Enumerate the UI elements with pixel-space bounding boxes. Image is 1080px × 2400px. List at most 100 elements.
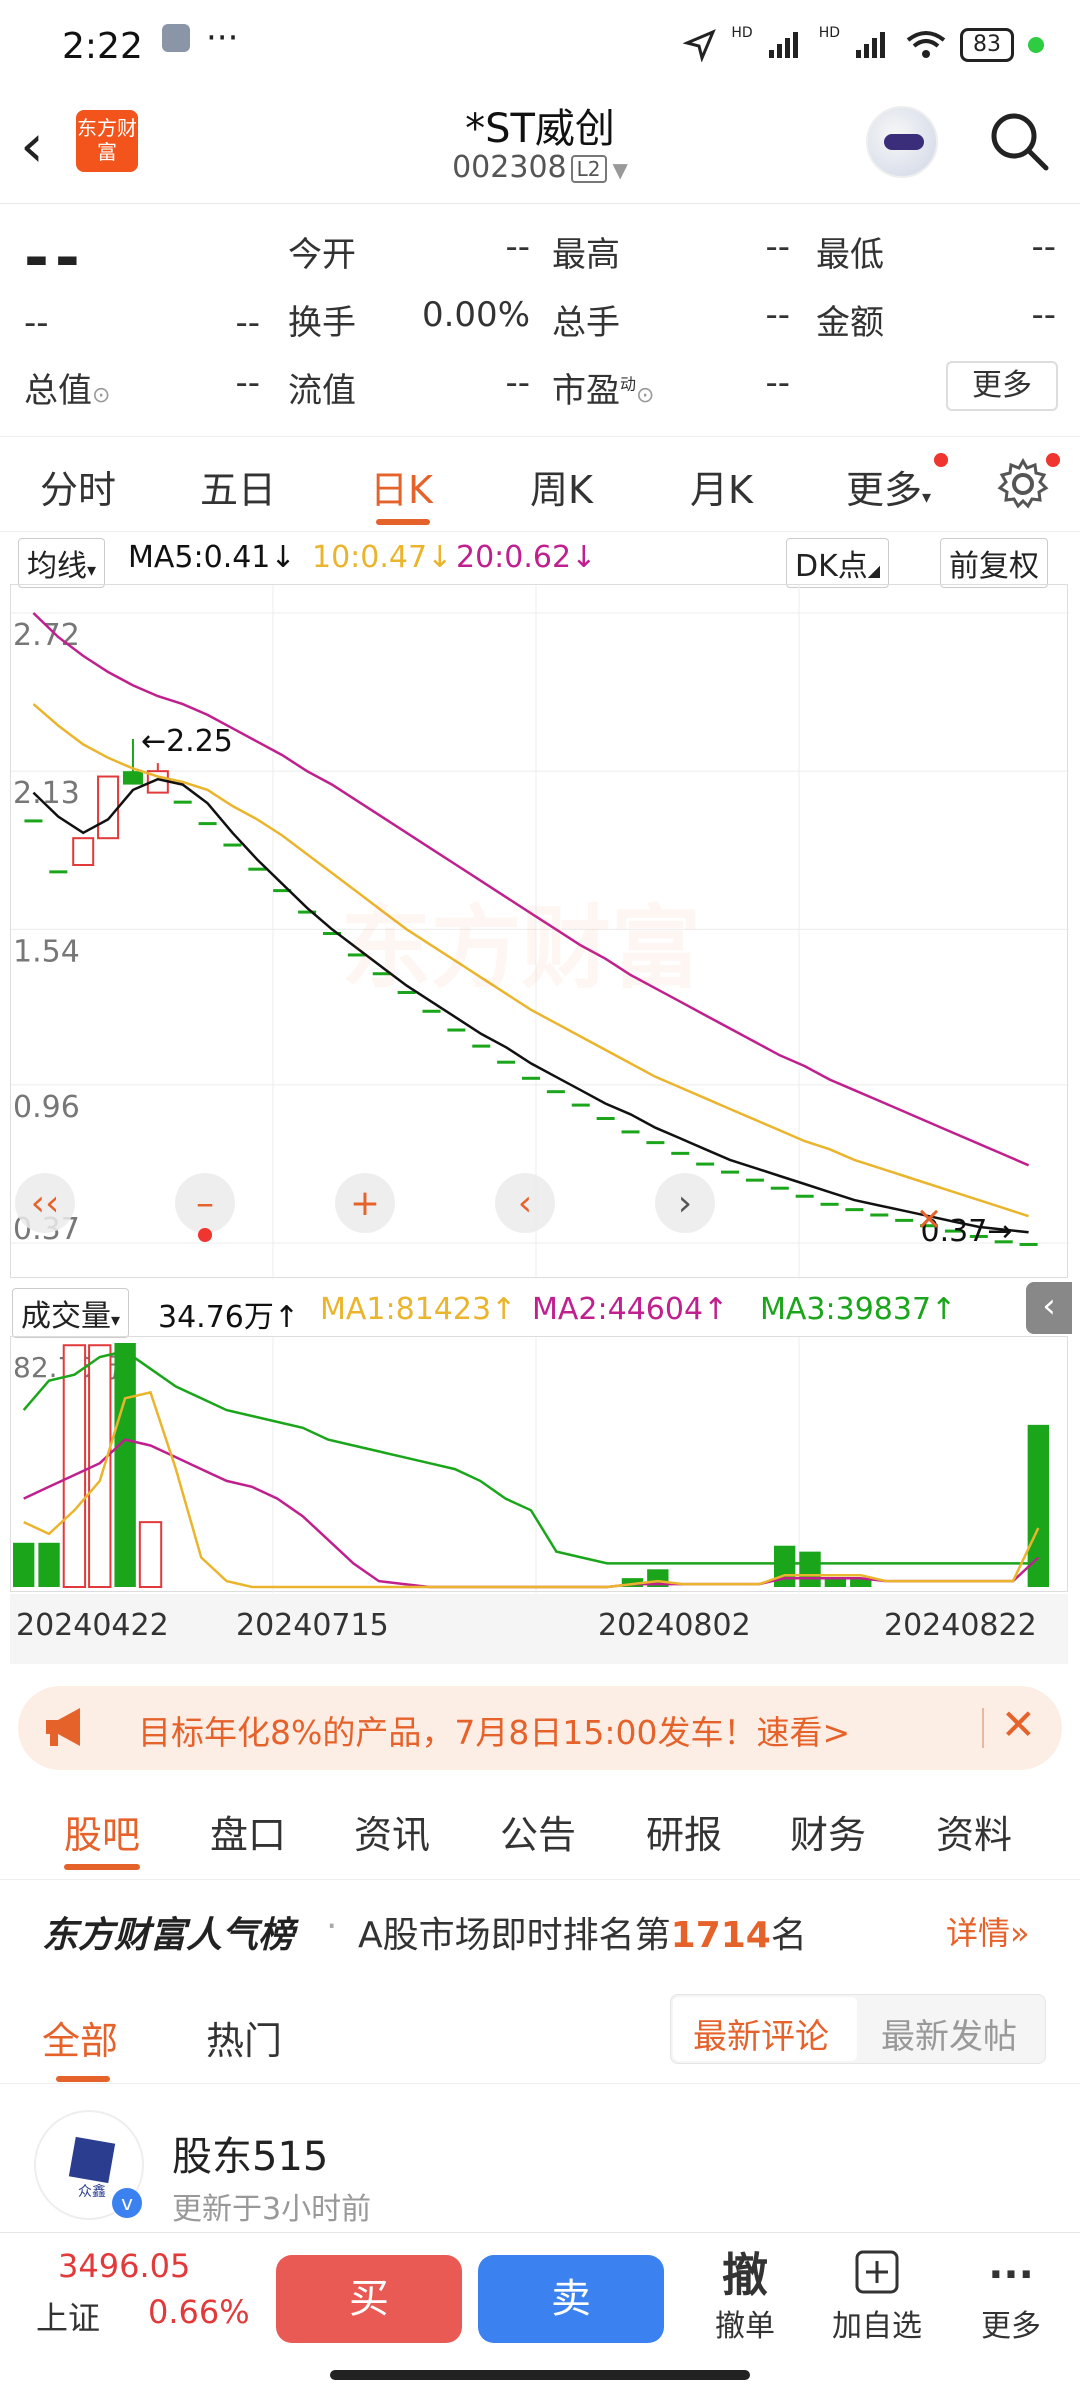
volume-value: -- [765,295,790,335]
candle-down [248,867,267,871]
scroll-left-button-glyph: ‹‹ [31,1183,60,1224]
sell-button[interactable]: 卖 [478,2255,664,2343]
wifi-icon [906,31,946,58]
pe-label-text: 市盈 [552,371,620,411]
buy-button[interactable]: 买 [276,2255,462,2343]
tab-finance[interactable]: 财务 [790,1804,866,1859]
tab-orderbook[interactable]: 盘口 [210,1804,286,1859]
candle-down [223,843,242,847]
pe-label[interactable]: 市盈动⊙ [552,363,654,412]
candle-down [646,1141,665,1145]
avatar-mark: 众鑫 [78,2183,106,2200]
candle-down [870,1213,889,1217]
caret-down-icon: ▾ [922,487,932,508]
tab-profile[interactable]: 资料 [936,1804,1012,1859]
filter-hot[interactable]: 热门 [206,2010,282,2065]
filter-all[interactable]: 全部 [42,2010,118,2065]
wrench-icon [162,24,190,52]
dk-label: DK点 [795,549,868,584]
tab-research[interactable]: 研报 [646,1804,722,1859]
content-tabs: 股吧 盘口 资讯 公告 研报 财务 资料 [0,1780,1080,1880]
promo-banner[interactable]: 目标年化8%的产品，7月8日15:00发车！速看> ✕ [18,1686,1062,1770]
volume-chart[interactable]: 82.76万 [10,1336,1068,1593]
index-value[interactable]: 3496.05 [58,2247,190,2285]
settings-gear-icon[interactable] [996,457,1050,511]
ma-selector[interactable]: 均线▾ [18,538,106,588]
level2-badge: L2 [570,154,607,183]
tab-daily-k[interactable]: 日K [370,459,433,514]
pe-sup: 动 [620,374,637,394]
y-tick-label: 0.96 [13,1090,80,1125]
date-label-1: 20240422 [16,1608,169,1643]
add-square-icon [855,2250,899,2294]
add-watchlist-button[interactable]: 加自选 [822,2249,932,2345]
date-label-3: 20240802 [598,1608,751,1643]
zoom-in-button-glyph: + [350,1183,380,1224]
double-chevron-right-icon: » [1010,1914,1030,1952]
turnover-value: 0.00% [421,295,530,335]
settings-notification-dot [1046,453,1060,467]
tab-weekly-k[interactable]: 周K [530,459,593,514]
info-icon: ⊙ [92,383,111,408]
rank-number: 1714 [670,1915,771,1956]
mktcap-label[interactable]: 总值⊙ [24,363,110,412]
more-dots-icon: ··· [988,2252,1034,2298]
volume-bar-up [138,1521,163,1588]
divider [982,1708,984,1748]
more-menu-button[interactable]: ··· 更多 [956,2249,1066,2345]
tab-five-day[interactable]: 五日 [200,459,276,514]
step-right-button[interactable]: › [655,1173,715,1233]
zoom-in-button[interactable]: + [335,1173,395,1233]
zoom-out-button[interactable]: – [175,1173,235,1233]
volume-selector[interactable]: 成交量▾ [12,1288,130,1338]
close-icon[interactable]: ✕ [1001,1700,1036,1749]
sort-latest-post[interactable]: 最新发帖 [881,2009,1017,2058]
forum-post[interactable]: 众鑫 v 股东515 更新于3小时前 [0,2100,1080,2230]
scroll-left-button[interactable]: ‹‹ [15,1173,75,1233]
index-name: 上证 [36,2299,101,2337]
popularity-rank-row[interactable]: 东方财富人气榜 · A股市场即时排名第1714名 详情» [0,1880,1080,1980]
collapse-panel-button[interactable]: ‹ [1026,1282,1072,1334]
location-icon [683,29,717,62]
volume-bar-down [114,1343,136,1587]
dk-point-selector[interactable]: DK点◢ [786,538,890,588]
home-indicator [330,2370,750,2380]
eastmoney-logo[interactable]: 东方财富 [76,110,138,172]
low-marker-label: 0.37→ [921,1214,1013,1249]
step-left-button[interactable]: ‹ [495,1173,555,1233]
status-bar: 2:22 ··· HD HD 83 [0,0,1080,96]
avatar[interactable]: 众鑫 v [34,2110,144,2220]
tab-monthly-k[interactable]: 月K [690,459,753,514]
tab-more[interactable]: 更多▾ [846,459,931,514]
open-label: 今开 [288,235,356,275]
candle-down [745,1178,764,1182]
tab-intraday[interactable]: 分时 [40,459,116,514]
tab-announcements[interactable]: 公告 [500,1804,576,1859]
back-button[interactable]: ‹ [20,116,44,176]
price-change: -- [24,303,49,343]
search-icon[interactable] [986,108,1052,174]
candle-down [447,1028,466,1032]
sort-latest-comment[interactable]: 最新评论 [693,2009,829,2058]
candle-down [1019,1243,1038,1246]
candle-down [173,800,192,804]
cancel-order-button[interactable]: 撤 撤单 [690,2249,800,2345]
open-value: -- [505,227,530,267]
ma-selector-label: 均线 [27,549,87,584]
quote-more-button[interactable]: 更多 [946,361,1058,411]
vol-ma2: MA2:44604↑ [532,1292,729,1327]
zoom-hint-dot [198,1228,212,1242]
float-value: -- [505,363,530,403]
kline-chart[interactable]: 2.722.131.540.960.37←2.250.37→‹‹–+‹› 东方财… [10,584,1069,1279]
tab-forum[interactable]: 股吧 [64,1804,140,1859]
chevron-down-icon: ▼ [612,158,628,182]
battery-icon: 83 [960,28,1014,62]
volume-bar-down [13,1542,35,1587]
pe-value: -- [765,363,790,403]
rank-detail-link[interactable]: 详情» [946,1908,1030,1954]
adjust-selector[interactable]: 前复权 [940,538,1048,588]
volume-bar-down [38,1542,60,1587]
post-author[interactable]: 股东515 [172,2124,328,2182]
assistant-robot-icon[interactable] [866,106,938,178]
tab-news[interactable]: 资讯 [354,1804,430,1859]
